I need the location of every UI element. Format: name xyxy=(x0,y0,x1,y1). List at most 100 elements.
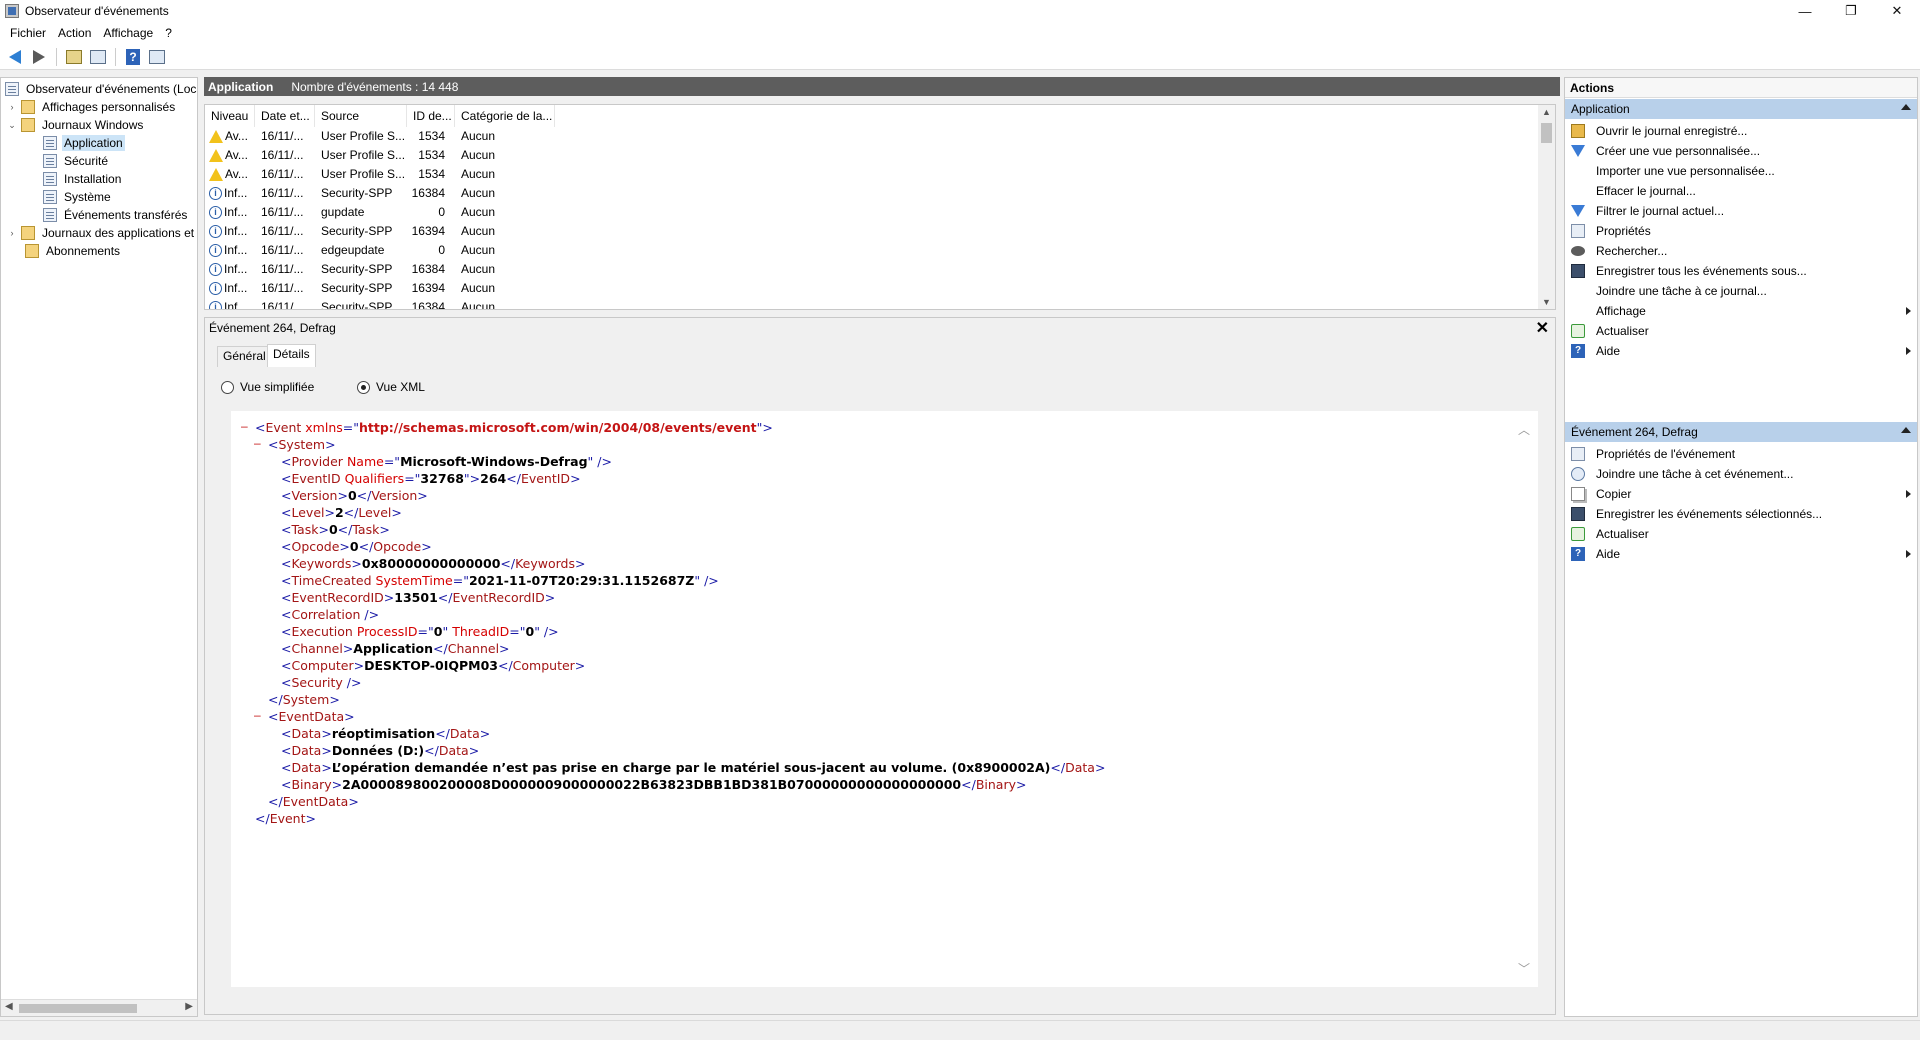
menu-action[interactable]: Action xyxy=(52,26,97,40)
tree-horizontal-scrollbar[interactable]: ◀ ▶ xyxy=(1,999,197,1016)
folder-up-button[interactable] xyxy=(63,46,85,68)
action-app-9[interactable]: Affichage xyxy=(1565,300,1917,322)
action-app-1[interactable]: Créer une vue personnalisée... xyxy=(1565,140,1917,162)
expand-icon[interactable]: › xyxy=(7,102,17,112)
action-app-2[interactable]: Importer une vue personnalisée... xyxy=(1565,160,1917,182)
actions-section-application[interactable]: Application xyxy=(1565,99,1917,119)
menu-affichage[interactable]: Affichage xyxy=(97,26,159,40)
tree-item-apps-services[interactable]: › Journaux des applications et xyxy=(7,224,196,242)
column-header-date[interactable]: Date et... xyxy=(255,105,315,127)
table-row[interactable]: i Inf... 16/11/... Security-SPP 16384 Aucun xyxy=(205,298,1535,310)
tree-item-forwarded[interactable]: Événements transférés xyxy=(43,206,189,224)
action-event-1[interactable]: Joindre une tâche à cet événement... xyxy=(1565,463,1917,485)
xml-sym: > xyxy=(499,641,510,656)
table-row[interactable]: i Inf... 16/11/... gupdate 0 Aucun xyxy=(205,203,1535,222)
tree-item-windows-logs[interactable]: ⌄ Journaux Windows xyxy=(7,116,145,134)
scroll-down-icon[interactable]: ﹀ xyxy=(1518,960,1530,977)
tree-item-setup[interactable]: Installation xyxy=(43,170,123,188)
table-row[interactable]: i Inf... 16/11/... Security-SPP 16394 Aucun xyxy=(205,279,1535,298)
xml-sym: < xyxy=(281,454,292,469)
forward-icon xyxy=(33,49,45,64)
scroll-up-icon[interactable]: ▲ xyxy=(1542,107,1551,117)
help-button[interactable]: ? xyxy=(122,46,144,68)
collapse-icon[interactable] xyxy=(1901,104,1911,110)
actions-section-event[interactable]: Événement 264, Defrag xyxy=(1565,422,1917,442)
action-app-7[interactable]: Enregistrer tous les événements sous... xyxy=(1565,260,1917,282)
console-tree-button[interactable] xyxy=(87,46,109,68)
xml-line: <Data>L’opération demandée n’est pas pri… xyxy=(281,759,1105,776)
column-header-category[interactable]: Catégorie de la... xyxy=(455,105,555,127)
tree-item-subscriptions[interactable]: Abonnements xyxy=(25,242,122,260)
table-row[interactable]: i Inf... 16/11/... edgeupdate 0 Aucun xyxy=(205,241,1535,260)
table-row[interactable]: Av... 16/11/... User Profile S... 1534 Aucun xyxy=(205,127,1535,146)
action-event-5[interactable]: ? Aide xyxy=(1565,543,1917,565)
table-row[interactable]: i Inf... 16/11/... Security-SPP 16384 Aucun xyxy=(205,260,1535,279)
log-icon xyxy=(43,172,57,186)
radio-button[interactable] xyxy=(221,380,234,394)
table-row[interactable]: i Inf... 16/11/... Security-SPP 16394 Aucun xyxy=(205,222,1535,241)
scroll-thumb[interactable] xyxy=(1541,123,1552,143)
restore-button[interactable]: ❐ xyxy=(1828,0,1874,22)
collapse-node-icon[interactable]: – xyxy=(254,708,261,722)
tree-item-security[interactable]: Sécurité xyxy=(43,152,110,170)
column-header-level[interactable]: Niveau xyxy=(205,105,255,127)
action-event-4[interactable]: Actualiser xyxy=(1565,523,1917,545)
action-app-8[interactable]: Joindre une tâche à ce journal... xyxy=(1565,280,1917,302)
action-event-0[interactable]: Propriétés de l'événement xyxy=(1565,443,1917,465)
xml-sym: < xyxy=(268,437,279,452)
close-detail-button[interactable]: ✕ xyxy=(1536,318,1549,338)
scroll-down-icon[interactable]: ▼ xyxy=(1542,297,1551,307)
expand-icon[interactable]: › xyxy=(7,228,17,238)
menu-fichier[interactable]: Fichier xyxy=(4,26,52,40)
xml-line: <System> xyxy=(268,436,336,453)
collapse-icon[interactable] xyxy=(1901,427,1911,433)
radio-xml-view[interactable]: Vue XML xyxy=(357,380,425,394)
menu-help[interactable]: ? xyxy=(159,26,178,40)
radio-simple-view[interactable]: Vue simplifiée xyxy=(221,380,314,394)
action-app-3[interactable]: Effacer le journal... xyxy=(1565,180,1917,202)
action-app-0[interactable]: Ouvrir le journal enregistré... xyxy=(1565,120,1917,142)
action-app-11[interactable]: ? Aide xyxy=(1565,340,1917,362)
collapse-node-icon[interactable]: – xyxy=(254,436,261,450)
action-event-3[interactable]: Enregistrer les événements sélectionnés.… xyxy=(1565,503,1917,525)
action-event-2[interactable]: Copier xyxy=(1565,483,1917,505)
scroll-up-icon[interactable]: ︿ xyxy=(1518,421,1530,438)
action-label: Propriétés de l'événement xyxy=(1596,447,1736,461)
tree-label: Journaux Windows xyxy=(42,118,144,132)
tree-item-custom-views[interactable]: › Affichages personnalisés xyxy=(7,98,177,116)
tree-item-application[interactable]: Application xyxy=(43,134,125,152)
forward-button[interactable] xyxy=(28,46,50,68)
action-app-6[interactable]: Rechercher... xyxy=(1565,240,1917,262)
column-header-id[interactable]: ID de... xyxy=(407,105,455,127)
event-list-scrollbar[interactable]: ▲ ▼ xyxy=(1538,105,1555,309)
table-row[interactable]: Av... 16/11/... User Profile S... 1534 Aucun xyxy=(205,165,1535,184)
tab-general[interactable]: Général xyxy=(217,346,272,367)
column-header-source[interactable]: Source xyxy=(315,105,407,127)
tree-item-system[interactable]: Système xyxy=(43,188,113,206)
xml-tag: System xyxy=(278,437,326,452)
action-pane-button[interactable] xyxy=(146,46,168,68)
cell-id: 16384 xyxy=(411,186,445,200)
scroll-left-icon[interactable]: ◀ xyxy=(5,1001,13,1012)
action-app-4[interactable]: Filtrer le journal actuel... xyxy=(1565,200,1917,222)
close-window-button[interactable]: ✕ xyxy=(1874,0,1920,22)
xml-view[interactable]: ︿ ﹀ <Event xmlns="http://schemas.microso… xyxy=(231,411,1538,987)
collapse-node-icon[interactable]: – xyxy=(241,419,248,433)
action-label: Joindre une tâche à ce journal... xyxy=(1596,284,1767,298)
table-row[interactable]: i Inf... 16/11/... Security-SPP 16384 Aucun xyxy=(205,184,1535,203)
xml-sym: < xyxy=(281,743,292,758)
back-icon xyxy=(9,49,21,64)
tree-item-root[interactable]: Observateur d'événements (Local) xyxy=(5,80,197,98)
collapse-icon[interactable]: ⌄ xyxy=(7,120,17,131)
minimize-button[interactable]: — xyxy=(1782,0,1828,22)
action-app-5[interactable]: Propriétés xyxy=(1565,220,1917,242)
back-button[interactable] xyxy=(4,46,26,68)
table-row[interactable]: Av... 16/11/... User Profile S... 1534 Aucun xyxy=(205,146,1535,165)
scroll-right-icon[interactable]: ▶ xyxy=(185,1001,193,1012)
xml-sym: </ xyxy=(255,811,270,826)
tab-details[interactable]: Détails xyxy=(267,344,316,367)
radio-button-selected[interactable] xyxy=(357,380,370,394)
cell-category: Aucun xyxy=(461,300,496,310)
scroll-thumb[interactable] xyxy=(19,1004,137,1013)
action-app-10[interactable]: Actualiser xyxy=(1565,320,1917,342)
